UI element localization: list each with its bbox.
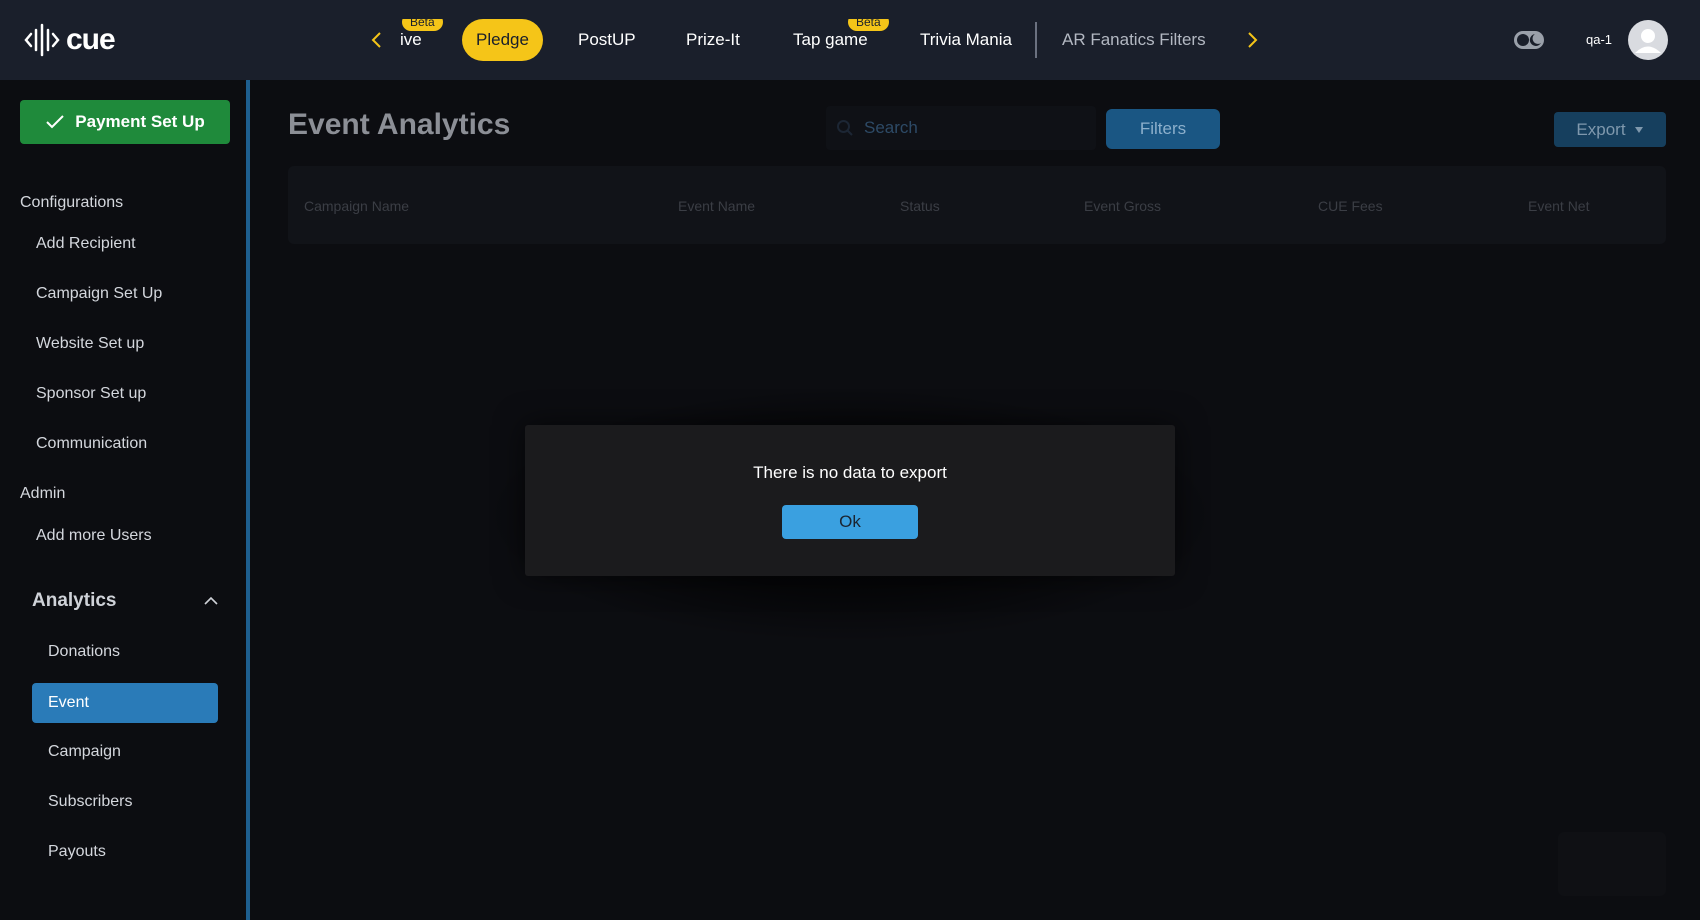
nav-next-button[interactable] — [1240, 26, 1266, 54]
search-icon — [837, 120, 853, 136]
column-header-campaign-name[interactable]: Campaign Name — [304, 198, 409, 214]
tab-label: Prize-It — [686, 30, 740, 49]
sidebar-item-donations[interactable]: Donations — [48, 643, 120, 661]
sidebar-item-campaign[interactable]: Campaign — [48, 743, 121, 761]
sidebar-item-website-setup[interactable]: Website Set up — [36, 335, 144, 353]
search-input[interactable] — [864, 118, 1084, 138]
sidebar-item-add-more-users[interactable]: Add more Users — [36, 527, 152, 545]
tab-label: AR Fanatics Filters — [1062, 30, 1206, 49]
analytics-collapse-button[interactable] — [202, 592, 220, 610]
chevron-right-icon — [1248, 32, 1258, 48]
admin-heading: Admin — [20, 485, 66, 502]
column-header-event-gross[interactable]: Event Gross — [1084, 198, 1161, 214]
column-header-cue-fees[interactable]: CUE Fees — [1318, 198, 1383, 214]
chevron-left-icon — [371, 32, 381, 48]
chevron-up-icon — [204, 596, 218, 605]
sidebar-item-sponsor-setup[interactable]: Sponsor Set up — [36, 385, 146, 403]
sidebar-item-payouts[interactable]: Payouts — [48, 843, 106, 861]
tab-prize-it[interactable]: Prize-It — [686, 19, 740, 61]
tab-pledge[interactable]: Pledge — [462, 19, 543, 61]
tab-postup[interactable]: PostUP — [578, 19, 636, 61]
payment-setup-label: Payment Set Up — [75, 112, 205, 131]
tab-trivia-mania[interactable]: Trivia Mania — [920, 19, 1012, 61]
export-label: Export — [1576, 119, 1626, 139]
analytics-table-header: Campaign Name Event Name Status Event Gr… — [288, 166, 1666, 244]
caret-down-icon — [1634, 126, 1643, 133]
sidebar-item-add-recipient[interactable]: Add Recipient — [36, 235, 136, 253]
sidebar-item-communication[interactable]: Communication — [36, 435, 147, 453]
column-header-status[interactable]: Status — [900, 198, 940, 214]
tab-label: ive — [400, 30, 422, 49]
top-navigation-bar: cue ive Beta Pledge PostUP Prize-It Tap … — [0, 0, 1700, 80]
tab-label: Tap game — [793, 30, 868, 49]
configurations-heading: Configurations — [20, 194, 124, 211]
sidebar-item-event[interactable]: Event — [32, 683, 218, 723]
filters-label: Filters — [1139, 119, 1187, 138]
sidebar-item-campaign-setup[interactable]: Campaign Set Up — [36, 285, 162, 303]
beta-badge: Beta — [402, 19, 443, 31]
dialog-message: There is no data to export — [753, 463, 947, 482]
export-button[interactable]: Export — [1554, 112, 1666, 147]
sidebar: Payment Set Up Configurations Add Recipi… — [0, 80, 250, 920]
nav-prev-button[interactable] — [363, 26, 389, 54]
checkmark-icon — [46, 115, 64, 129]
analytics-heading[interactable]: Analytics — [32, 590, 116, 612]
user-icon — [1635, 29, 1661, 53]
logo-text: cue — [66, 23, 116, 56]
filters-button[interactable]: Filters — [1106, 109, 1220, 149]
tab-ar-fanatics-filters[interactable]: AR Fanatics Filters — [1062, 19, 1206, 61]
page-title: Event Analytics — [288, 108, 511, 141]
column-header-event-net[interactable]: Event Net — [1528, 198, 1589, 214]
payment-setup-button[interactable]: Payment Set Up — [20, 100, 230, 144]
tab-label: Pledge — [476, 30, 529, 49]
nav-tabs: ive Beta Pledge PostUP Prize-It Tap game… — [392, 19, 1212, 61]
beta-badge: Beta — [848, 19, 889, 31]
tab-label: PostUP — [578, 30, 636, 49]
sidebar-item-subscribers[interactable]: Subscribers — [48, 793, 132, 811]
nav-divider — [1035, 22, 1037, 58]
username: qa-1 — [1586, 32, 1613, 47]
theme-toggle-icon[interactable] — [1513, 30, 1545, 50]
column-header-event-name[interactable]: Event Name — [678, 198, 755, 214]
tab-label: Trivia Mania — [920, 30, 1012, 49]
cue-logo[interactable]: cue — [24, 22, 116, 58]
avatar[interactable] — [1628, 20, 1668, 60]
pagination-widget[interactable] — [1558, 832, 1666, 896]
search-box — [826, 106, 1096, 150]
soundwave-logo-icon — [24, 23, 60, 57]
no-data-dialog: There is no data to export Ok — [525, 425, 1175, 576]
ok-button[interactable]: Ok — [782, 505, 918, 539]
